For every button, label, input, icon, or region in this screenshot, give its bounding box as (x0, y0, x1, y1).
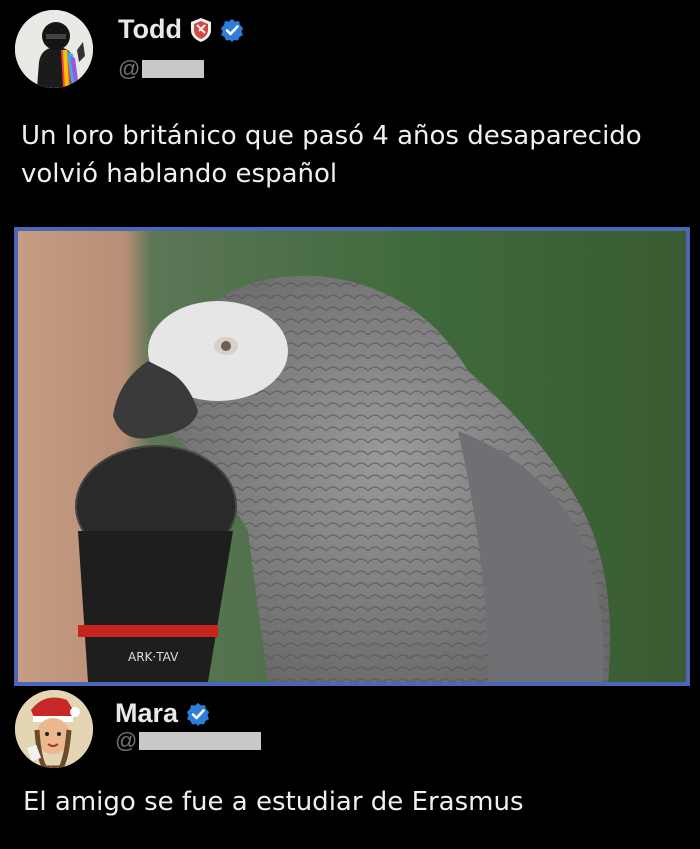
display-name[interactable]: Todd (118, 14, 182, 45)
verified-badge-icon (220, 18, 244, 42)
avatar[interactable] (15, 690, 93, 768)
display-name[interactable]: Mara (115, 698, 178, 729)
handle-row: @ (118, 56, 205, 82)
post-text: El amigo se fue a estudiar de Erasmus (23, 787, 524, 817)
name-row: Todd (118, 14, 244, 45)
handle-row: @ (115, 728, 262, 754)
handle[interactable]: @ (118, 56, 140, 82)
name-row: Mara (115, 698, 210, 729)
redacted-handle (139, 732, 262, 750)
handle[interactable]: @ (115, 728, 137, 754)
shield-badge-icon (190, 17, 212, 43)
post-text: Un loro británico que pasó 4 años desapa… (21, 121, 642, 189)
avatar[interactable] (15, 10, 93, 88)
redacted-handle (142, 60, 205, 78)
verified-badge-icon (186, 702, 210, 726)
mic-brand-label: ARK·TAV (128, 650, 179, 664)
post-image[interactable]: ARK·TAV (14, 227, 690, 686)
